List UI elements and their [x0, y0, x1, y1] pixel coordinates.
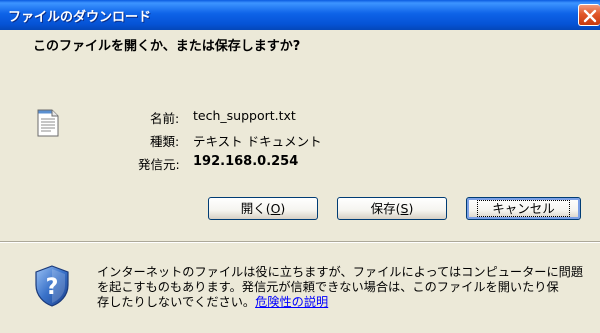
file-source-label: 発信元:	[138, 157, 180, 172]
warning-line-3-text: 存したりしないでください。	[97, 295, 256, 309]
warning-line-1: インターネットのファイルは役に立ちますが、ファイルによってはコンピューターに問題	[97, 265, 584, 279]
warning-line-3: 存したりしないでください。危険性の説明	[97, 295, 592, 310]
file-name-value: tech_support.txt	[193, 108, 296, 123]
cancel-button-label: キャンセル	[477, 200, 570, 217]
file-name-label: 名前:	[150, 111, 180, 126]
file-type-label: 種類:	[150, 134, 180, 149]
open-button[interactable]: 開く(O)	[208, 197, 318, 220]
security-warning: インターネットのファイルは役に立ちますが、ファイルによってはコンピューターに問題…	[97, 265, 592, 310]
file-download-dialog: ファイルのダウンロード このファイルを開くか、または保存しますか? 名前: te…	[0, 0, 600, 333]
security-shield-icon: ?	[35, 265, 69, 307]
dialog-question: このファイルを開くか、または保存しますか?	[33, 39, 301, 54]
cancel-button[interactable]: キャンセル	[466, 197, 581, 220]
risk-explanation-link[interactable]: 危険性の説明	[255, 295, 328, 309]
file-type-value: テキスト ドキュメント	[193, 134, 322, 149]
text-file-icon	[37, 109, 59, 137]
open-button-label: 開く(	[240, 201, 271, 216]
save-button-suffix: )	[408, 201, 414, 216]
open-button-mnemonic: O	[270, 201, 281, 216]
close-button[interactable]	[578, 4, 600, 26]
svg-text:?: ?	[46, 275, 59, 300]
window-title: ファイルのダウンロード	[8, 10, 152, 25]
open-button-suffix: )	[280, 201, 286, 216]
section-divider	[0, 241, 600, 243]
save-button-label: 保存(	[370, 201, 401, 216]
file-source-value: 192.168.0.254	[193, 154, 299, 169]
close-icon	[583, 9, 597, 23]
save-button[interactable]: 保存(S)	[337, 197, 447, 220]
title-bar[interactable]: ファイルのダウンロード	[0, 0, 600, 30]
warning-line-2: を起こすものもあります。発信元が信頼できない場合は、このファイルを開いたり保	[97, 280, 559, 294]
